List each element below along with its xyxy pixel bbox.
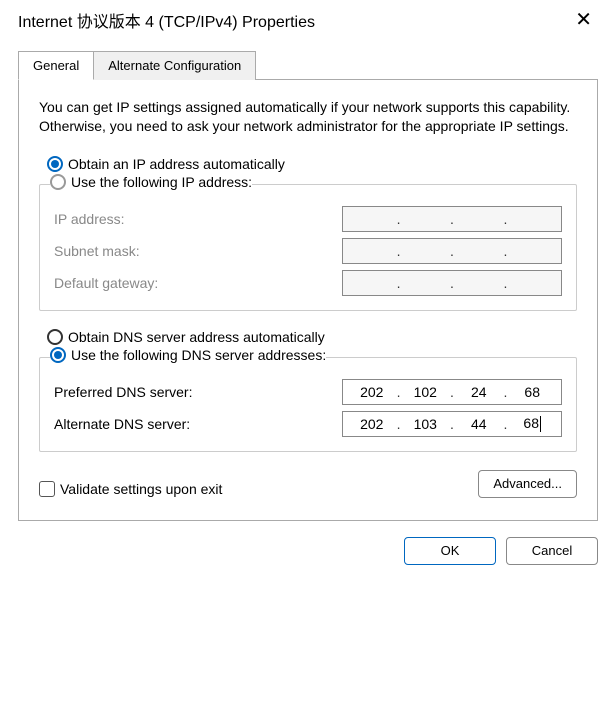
alternate-dns-label: Alternate DNS server: — [54, 416, 190, 432]
subnet-mask-input: . . . — [342, 238, 562, 264]
validate-checkbox[interactable] — [39, 481, 55, 497]
preferred-dns-label: Preferred DNS server: — [54, 384, 192, 400]
description-text: You can get IP settings assigned automat… — [39, 98, 577, 136]
radio-ip-auto-label: Obtain an IP address automatically — [68, 156, 285, 172]
gateway-input: . . . — [342, 270, 562, 296]
radio-dns-auto-label: Obtain DNS server address automatically — [68, 329, 325, 345]
tab-alternate[interactable]: Alternate Configuration — [94, 51, 256, 80]
radio-dns-auto[interactable] — [47, 329, 63, 345]
ip-address-label: IP address: — [54, 211, 125, 227]
validate-label: Validate settings upon exit — [60, 481, 222, 497]
text-cursor — [540, 416, 541, 432]
tab-bar: General Alternate Configuration — [18, 50, 598, 80]
tab-general[interactable]: General — [18, 51, 94, 80]
ip-address-input: . . . — [342, 206, 562, 232]
close-icon[interactable]: ✕ — [567, 8, 600, 32]
radio-ip-auto[interactable] — [47, 156, 63, 172]
group-dns-manual: Use the following DNS server addresses: … — [39, 347, 577, 452]
preferred-dns-input[interactable]: 202. 102. 24. 68 — [342, 379, 562, 405]
cancel-button[interactable]: Cancel — [506, 537, 598, 565]
gateway-label: Default gateway: — [54, 275, 158, 291]
advanced-button[interactable]: Advanced... — [478, 470, 577, 498]
ok-button[interactable]: OK — [404, 537, 496, 565]
radio-dns-manual-label: Use the following DNS server addresses: — [71, 347, 326, 363]
group-ip-manual: Use the following IP address: IP address… — [39, 174, 577, 311]
window-title: Internet 协议版本 4 (TCP/IPv4) Properties — [18, 8, 315, 32]
subnet-mask-label: Subnet mask: — [54, 243, 140, 259]
alternate-dns-input[interactable]: 202. 103. 44. 68 — [342, 411, 562, 437]
radio-ip-manual[interactable] — [50, 174, 66, 190]
radio-ip-manual-label: Use the following IP address: — [71, 174, 252, 190]
radio-dns-manual[interactable] — [50, 347, 66, 363]
tab-panel-general: You can get IP settings assigned automat… — [18, 80, 598, 521]
